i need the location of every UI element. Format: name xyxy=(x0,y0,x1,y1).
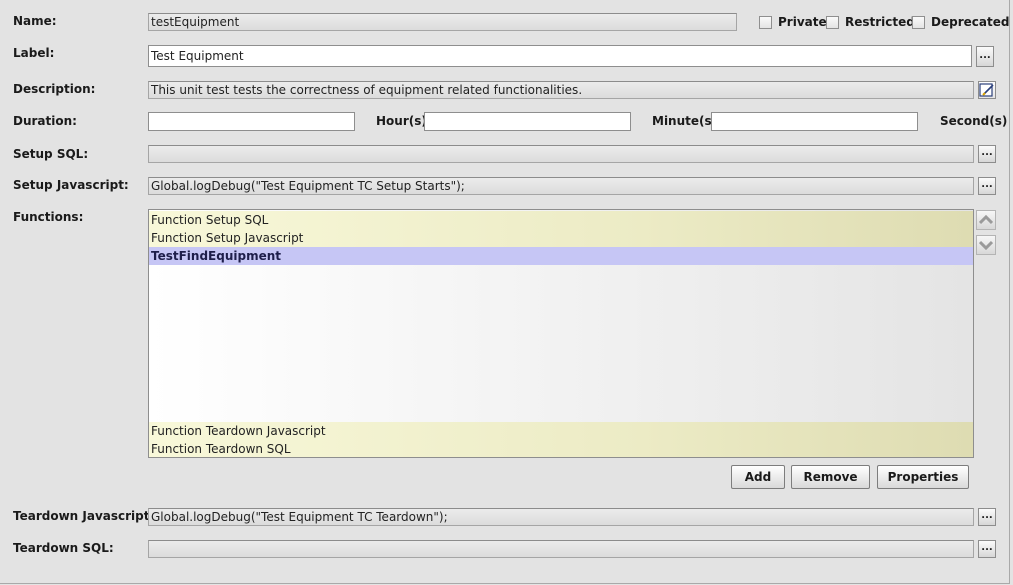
move-up-button[interactable] xyxy=(976,210,996,230)
label-ellipsis-button[interactable]: ... xyxy=(976,46,994,67)
remove-button[interactable]: Remove xyxy=(791,465,870,489)
setup-javascript-label: Setup Javascript: xyxy=(13,178,129,192)
move-down-icon xyxy=(979,240,993,250)
checkbox-box[interactable] xyxy=(912,15,925,29)
setup-sql-label: Setup SQL: xyxy=(13,147,89,161)
duration-label: Duration: xyxy=(13,114,77,128)
functions-list[interactable]: Function Setup SQL Function Setup Javasc… xyxy=(148,209,974,458)
private-checkbox-label: Private xyxy=(778,15,827,29)
deprecated-checkbox[interactable]: Deprecated xyxy=(912,15,1009,29)
teardown-sql-field[interactable] xyxy=(148,540,974,558)
label-label: Label: xyxy=(13,46,55,60)
move-down-button[interactable] xyxy=(976,235,996,255)
deprecated-checkbox-label: Deprecated xyxy=(931,15,1010,29)
functions-label: Functions: xyxy=(13,210,84,224)
list-item[interactable]: Function Setup Javascript xyxy=(149,229,973,247)
teardown-sql-ellipsis-button[interactable]: ... xyxy=(978,540,996,558)
edit-icon xyxy=(979,83,994,97)
properties-button[interactable]: Properties xyxy=(877,465,969,489)
seconds-field[interactable] xyxy=(711,112,918,131)
name-field[interactable]: testEquipment xyxy=(148,13,737,31)
list-item[interactable]: Function Teardown SQL xyxy=(149,440,973,457)
hours-unit-label: Hour(s) xyxy=(376,114,427,128)
minutes-field[interactable] xyxy=(424,112,631,131)
list-item[interactable]: Function Setup SQL xyxy=(149,211,973,229)
teardown-sql-label: Teardown SQL: xyxy=(13,541,114,555)
setup-javascript-field[interactable]: Global.logDebug("Test Equipment TC Setup… xyxy=(148,177,974,195)
list-item-selected[interactable]: TestFindEquipment xyxy=(149,247,973,265)
setup-sql-ellipsis-button[interactable]: ... xyxy=(978,145,996,163)
restricted-checkbox-label: Restricted xyxy=(845,15,915,29)
label-field[interactable]: Test Equipment xyxy=(148,45,972,67)
checkbox-box[interactable] xyxy=(759,15,772,29)
teardown-javascript-field[interactable]: Global.logDebug("Test Equipment TC Teard… xyxy=(148,508,974,526)
name-label: Name: xyxy=(13,14,57,28)
restricted-checkbox[interactable]: Restricted xyxy=(826,15,915,29)
seconds-unit-label: Second(s) xyxy=(940,114,1008,128)
teardown-javascript-label: Teardown Javascript: xyxy=(13,509,155,523)
private-checkbox[interactable]: Private xyxy=(759,15,827,29)
move-up-icon xyxy=(979,215,993,225)
description-edit-button[interactable] xyxy=(978,81,996,99)
add-button[interactable]: Add xyxy=(731,465,785,489)
setup-sql-field[interactable] xyxy=(148,145,974,163)
minutes-unit-label: Minute(s) xyxy=(652,114,718,128)
list-item[interactable]: Function Teardown Javascript xyxy=(149,422,973,440)
description-label: Description: xyxy=(13,82,96,96)
checkbox-box[interactable] xyxy=(826,15,839,29)
description-field[interactable]: This unit test tests the correctness of … xyxy=(148,81,974,99)
setup-javascript-ellipsis-button[interactable]: ... xyxy=(978,177,996,195)
hours-field[interactable] xyxy=(148,112,355,131)
teardown-javascript-ellipsis-button[interactable]: ... xyxy=(978,508,996,526)
